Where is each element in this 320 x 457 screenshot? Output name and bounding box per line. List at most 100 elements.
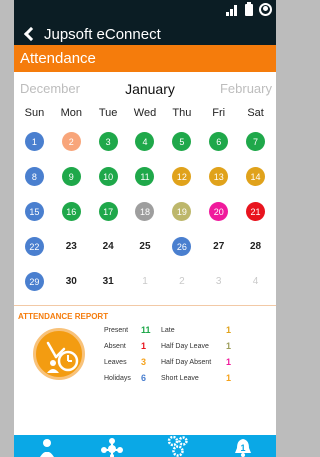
weekday-label: Sun bbox=[24, 107, 45, 119]
calendar-day: 4 bbox=[252, 276, 259, 287]
calendar-day-cell[interactable]: 12 bbox=[163, 159, 200, 194]
back-button[interactable] bbox=[14, 23, 44, 45]
notification-bell-icon: 1 bbox=[235, 439, 252, 457]
stat-value: 1 bbox=[226, 357, 232, 367]
weekday-label: Tue bbox=[98, 107, 118, 119]
calendar-day-cell[interactable]: 5 bbox=[163, 124, 200, 159]
calendar-day-cell[interactable]: 23 bbox=[53, 229, 90, 264]
report-title: ATTENDANCE REPORT bbox=[18, 312, 109, 321]
calendar-day: 30 bbox=[65, 276, 77, 287]
next-month-button[interactable]: February bbox=[220, 81, 272, 102]
calendar-day: 1 bbox=[24, 132, 44, 151]
calendar-day-cell[interactable]: 7 bbox=[237, 124, 274, 159]
calendar-day: 2 bbox=[179, 276, 185, 287]
weekday-label: Mon bbox=[60, 107, 82, 119]
profile-icon[interactable] bbox=[259, 3, 272, 16]
stat-label: Half Day Absent bbox=[161, 358, 212, 366]
back-arrow-icon bbox=[23, 26, 39, 42]
calendar-day: 4 bbox=[135, 132, 155, 151]
report-row: Leaves 3 Half Day Absent 1 bbox=[104, 354, 276, 370]
calendar-day-cell[interactable]: 2 bbox=[53, 124, 90, 159]
calendar-day: 8 bbox=[24, 167, 44, 186]
bottom-navigation: 1 bbox=[14, 435, 276, 457]
app-title: Jupsoft eConnect bbox=[44, 25, 161, 43]
stat-label: Short Leave bbox=[161, 374, 199, 382]
calendar-day-cell[interactable]: 21 bbox=[237, 194, 274, 229]
calendar-day-cell[interactable]: 31 bbox=[90, 264, 127, 299]
calendar-day-cell[interactable]: 6 bbox=[200, 124, 237, 159]
calendar-day-cell[interactable]: 2 bbox=[163, 264, 200, 299]
stat-value: 1 bbox=[226, 341, 232, 351]
calendar-day-cell[interactable]: 3 bbox=[200, 264, 237, 299]
calendar-day: 23 bbox=[65, 241, 77, 252]
status-bar bbox=[14, 0, 276, 23]
app-bar: Jupsoft eConnect bbox=[14, 23, 276, 45]
tab-student[interactable] bbox=[33, 435, 61, 457]
tab-network[interactable] bbox=[98, 435, 126, 457]
weekday-label: Thu bbox=[172, 107, 192, 119]
calendar-day-cell[interactable]: 24 bbox=[90, 229, 127, 264]
calendar-day: 9 bbox=[61, 167, 81, 186]
calendar-day: 17 bbox=[98, 202, 118, 221]
calendar-day-cell[interactable]: 26 bbox=[163, 229, 200, 264]
prev-month-button[interactable]: December bbox=[20, 81, 80, 102]
stat-value: 1 bbox=[226, 325, 232, 335]
calendar-day-cell[interactable]: 19 bbox=[163, 194, 200, 229]
weekday-label: Fri bbox=[212, 107, 226, 119]
stat-label: Half Day Leave bbox=[161, 342, 209, 350]
calendar-day: 27 bbox=[213, 241, 225, 252]
calendar-day-cell[interactable]: 4 bbox=[127, 124, 164, 159]
calendar-day-cell[interactable]: 27 bbox=[200, 229, 237, 264]
calendar-day-cell[interactable]: 3 bbox=[90, 124, 127, 159]
calendar-day-cell[interactable]: 18 bbox=[127, 194, 164, 229]
tab-notifications[interactable]: 1 bbox=[229, 435, 257, 457]
calendar-day: 7 bbox=[246, 132, 266, 151]
calendar-day: 3 bbox=[215, 276, 222, 287]
calendar-day-cell[interactable]: 28 bbox=[237, 229, 274, 264]
calendar-day: 11 bbox=[135, 167, 155, 186]
phone-screen: Jupsoft eConnect Attendance December Jan… bbox=[14, 0, 276, 457]
page-title: Attendance bbox=[14, 45, 276, 72]
tab-settings[interactable] bbox=[164, 435, 192, 457]
calendar-day-cell[interactable]: 22 bbox=[16, 229, 53, 264]
attendance-report: Present 11 Late 1 Absent 1 Half Day Leave 1 Leav… bbox=[14, 322, 276, 412]
calendar-day-cell[interactable]: 25 bbox=[127, 229, 164, 264]
calendar-day-cell[interactable]: 20 bbox=[200, 194, 237, 229]
calendar-day: 20 bbox=[209, 202, 229, 221]
weekday-label: Wed bbox=[133, 107, 157, 119]
current-month-label: January bbox=[125, 81, 175, 97]
student-icon bbox=[39, 439, 54, 457]
month-selector: December January February bbox=[14, 72, 276, 102]
attendance-clock-icon bbox=[33, 328, 85, 380]
notification-badge: 1 bbox=[241, 443, 246, 453]
weekday-header: Sun Mon Tue Wed Thu Fri Sat bbox=[14, 102, 276, 124]
stat-label: Absent bbox=[104, 342, 126, 350]
calendar-day-cell[interactable]: 1 bbox=[127, 264, 164, 299]
stat-label: Leaves bbox=[104, 358, 127, 366]
calendar-day-cell[interactable]: 15 bbox=[16, 194, 53, 229]
calendar-day-cell[interactable]: 8 bbox=[16, 159, 53, 194]
calendar-day-cell[interactable]: 1 bbox=[16, 124, 53, 159]
stat-value: 11 bbox=[141, 325, 151, 335]
calendar-day: 28 bbox=[250, 241, 262, 252]
weekday-label: Sat bbox=[247, 107, 264, 119]
network-icon bbox=[101, 438, 124, 457]
calendar-day-cell[interactable]: 9 bbox=[53, 159, 90, 194]
calendar-day-cell[interactable]: 29 bbox=[16, 264, 53, 299]
signal-icon bbox=[226, 4, 239, 16]
calendar-day: 26 bbox=[172, 237, 192, 256]
calendar-day-cell[interactable]: 17 bbox=[90, 194, 127, 229]
stat-value: 3 bbox=[141, 357, 147, 367]
calendar-day-cell[interactable]: 10 bbox=[90, 159, 127, 194]
stat-label: Late bbox=[161, 326, 175, 334]
calendar-day-cell[interactable]: 4 bbox=[237, 264, 274, 299]
calendar-day-cell[interactable]: 13 bbox=[200, 159, 237, 194]
report-row: Holidays 6 Short Leave 1 bbox=[104, 370, 276, 386]
calendar-day-cell[interactable]: 11 bbox=[127, 159, 164, 194]
calendar-day-cell[interactable]: 14 bbox=[237, 159, 274, 194]
calendar-day: 3 bbox=[98, 132, 118, 151]
calendar-day-cell[interactable]: 16 bbox=[53, 194, 90, 229]
calendar-day: 2 bbox=[61, 132, 81, 151]
stat-value: 1 bbox=[226, 373, 232, 383]
calendar-day-cell[interactable]: 30 bbox=[53, 264, 90, 299]
